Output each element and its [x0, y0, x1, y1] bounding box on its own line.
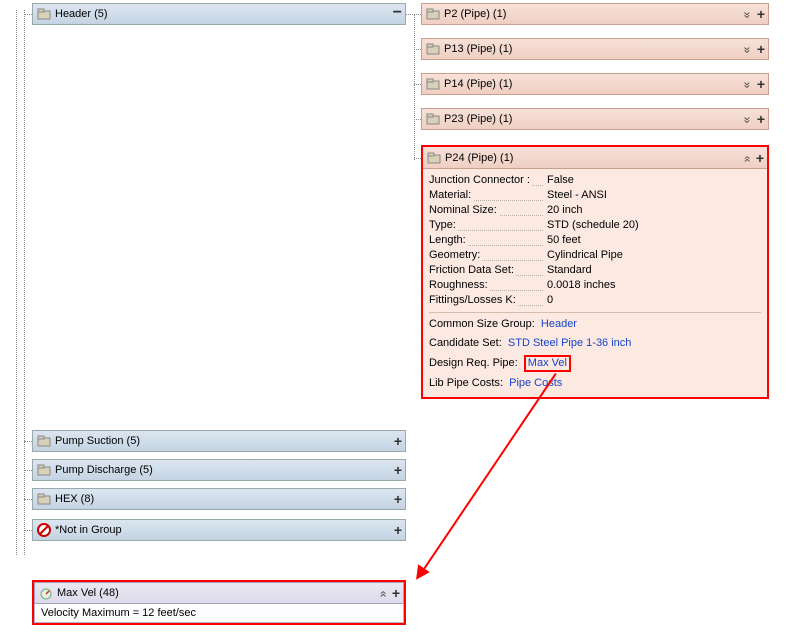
chevron-down-icon[interactable] [744, 77, 751, 91]
gauge-icon [39, 586, 53, 600]
pipe-row-p14[interactable]: P14 (Pipe) (1) + [421, 73, 769, 95]
prop-length: Length:50 feet [429, 233, 761, 248]
group-label: Header (5) [55, 8, 393, 20]
collapse-icon[interactable]: − [393, 5, 402, 21]
prop-junction-connector: Junction Connector :False [429, 173, 761, 188]
prop-common-size-group: Common Size Group: Header [429, 317, 761, 332]
link-design-req-pipe[interactable]: Max Vel [524, 355, 571, 372]
prop-lib-pipe-costs: Lib Pipe Costs: Pipe Costs [429, 376, 761, 391]
expand-icon[interactable]: + [394, 492, 402, 506]
chevron-down-icon[interactable] [744, 112, 751, 126]
pipe-label: P2 (Pipe) (1) [444, 8, 744, 20]
chevron-up-icon[interactable] [379, 586, 386, 600]
expand-icon[interactable]: + [756, 151, 764, 165]
group-row-pump-discharge[interactable]: Pump Discharge (5) + [32, 459, 406, 481]
prop-design-req-pipe: Design Req. Pipe: Max Vel [429, 355, 761, 372]
folder-icon [37, 434, 51, 448]
pipe-row-p24[interactable]: P24 (Pipe) (1) + [423, 147, 767, 169]
expand-icon[interactable]: + [757, 77, 765, 91]
folder-icon [426, 42, 440, 56]
folder-icon [37, 492, 51, 506]
group-label: *Not in Group [55, 524, 394, 536]
pipe-row-p13[interactable]: P13 (Pipe) (1) + [421, 38, 769, 60]
expand-icon[interactable]: + [394, 463, 402, 477]
link-lib-pipe-costs[interactable]: Pipe Costs [509, 377, 562, 389]
expand-icon[interactable]: + [757, 112, 765, 126]
pipe-row-p2[interactable]: P2 (Pipe) (1) + [421, 3, 769, 25]
group-label: Pump Discharge (5) [55, 464, 394, 476]
group-maxvel: Max Vel (48) + Velocity Maximum = 12 fee… [32, 580, 406, 625]
link-candidate-set[interactable]: STD Steel Pipe 1-36 inch [508, 337, 632, 349]
prop-roughness: Roughness:0.0018 inches [429, 278, 761, 293]
annotation-arrow-head [410, 564, 429, 583]
link-common-size-group[interactable]: Header [541, 318, 577, 330]
prop-material: Material:Steel - ANSI [429, 188, 761, 203]
group-row-header[interactable]: Header (5) − [32, 3, 406, 25]
prop-fittings-losses-k: Fittings/Losses K:0 [429, 293, 761, 308]
pipe-label: P13 (Pipe) (1) [444, 43, 744, 55]
folder-icon [37, 463, 51, 477]
annotation-arrow [418, 373, 557, 577]
prop-friction-data-set: Friction Data Set:Standard [429, 263, 761, 278]
group-row-pump-suction[interactable]: Pump Suction (5) + [32, 430, 406, 452]
pipe-label: P14 (Pipe) (1) [444, 78, 744, 90]
folder-icon [426, 112, 440, 126]
pipe-label: P23 (Pipe) (1) [444, 113, 744, 125]
folder-icon [426, 77, 440, 91]
no-entry-icon [37, 523, 51, 537]
expand-icon[interactable]: + [392, 586, 400, 600]
pipe-row-p23[interactable]: P23 (Pipe) (1) + [421, 108, 769, 130]
pipe-label: P24 (Pipe) (1) [445, 152, 743, 164]
folder-icon [426, 7, 440, 21]
folder-icon [427, 151, 441, 165]
group-row-maxvel[interactable]: Max Vel (48) + [34, 582, 404, 604]
group-label: Max Vel (48) [57, 587, 379, 599]
prop-type: Type:STD (schedule 20) [429, 218, 761, 233]
group-row-hex[interactable]: HEX (8) + [32, 488, 406, 510]
chevron-up-icon[interactable] [743, 151, 750, 165]
prop-geometry: Geometry:Cylindrical Pipe [429, 248, 761, 263]
expand-icon[interactable]: + [757, 7, 765, 21]
expand-icon[interactable]: + [394, 434, 402, 448]
pipe-detail-p24: P24 (Pipe) (1) + Junction Connector :Fal… [421, 145, 769, 399]
prop-candidate-set: Candidate Set: STD Steel Pipe 1-36 inch [429, 336, 761, 351]
folder-icon [37, 7, 51, 21]
maxvel-body: Velocity Maximum = 12 feet/sec [34, 604, 404, 623]
group-row-not-in-group[interactable]: *Not in Group + [32, 519, 406, 541]
chevron-down-icon[interactable] [744, 7, 751, 21]
expand-icon[interactable]: + [757, 42, 765, 56]
group-label: Pump Suction (5) [55, 435, 394, 447]
chevron-down-icon[interactable] [744, 42, 751, 56]
group-label: HEX (8) [55, 493, 394, 505]
expand-icon[interactable]: + [394, 523, 402, 537]
prop-nominal-size: Nominal Size:20 inch [429, 203, 761, 218]
